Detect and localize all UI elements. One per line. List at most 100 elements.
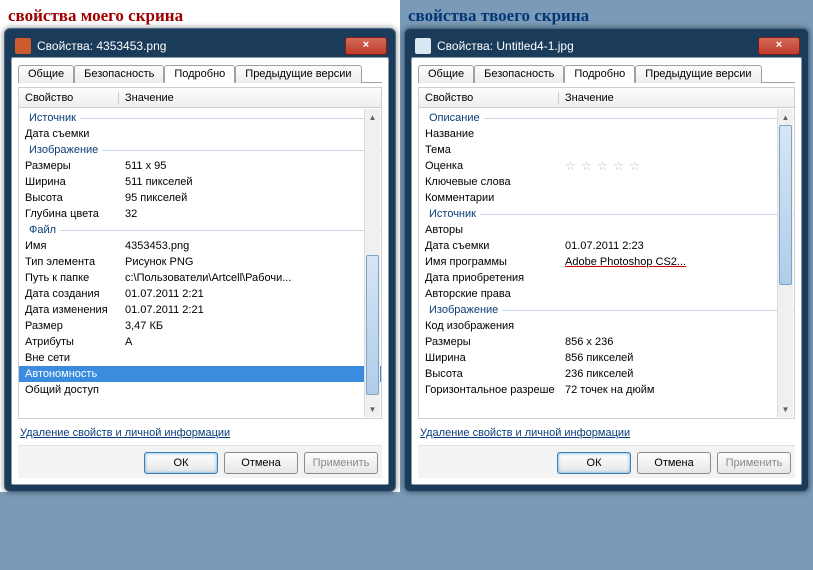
group-Файл: Файл	[19, 222, 381, 238]
prop-value: 856 x 236	[559, 336, 794, 348]
prop-value: 511 x 95	[119, 160, 381, 172]
prop-row[interactable]: Имя программыAdobe Photoshop CS2...	[419, 254, 794, 270]
prop-name: Дата создания	[19, 288, 119, 300]
close-button[interactable]: ×	[345, 37, 387, 55]
prop-row[interactable]: Комментарии	[419, 190, 794, 206]
prop-row[interactable]: Тип элементаРисунок PNG	[19, 254, 381, 270]
group-Источник: Источник	[19, 110, 381, 126]
scroll-thumb[interactable]	[366, 255, 379, 395]
prop-row[interactable]: Ширина511 пикселей	[19, 174, 381, 190]
prop-row[interactable]: Оценка☆ ☆ ☆ ☆ ☆	[419, 158, 794, 174]
prop-row[interactable]: АтрибутыA	[19, 334, 381, 350]
prop-row[interactable]: Вне сети	[19, 350, 381, 366]
properties-window-left: Свойства: 4353453.png × ОбщиеБезопасност…	[4, 28, 396, 492]
prop-value: 01.07.2011 2:21	[119, 288, 381, 300]
tab-Подробно[interactable]: Подробно	[564, 65, 635, 83]
rating-stars[interactable]: ☆ ☆ ☆ ☆ ☆	[565, 159, 641, 173]
scroll-up[interactable]: ▲	[778, 109, 793, 125]
prop-row[interactable]: Горизонтальное разреше72 точек на дюйм	[419, 382, 794, 398]
caption-left: свойства моего скрина	[8, 6, 396, 26]
cancel-button[interactable]: Отмена	[637, 452, 711, 474]
prop-row[interactable]: Высота95 пикселей	[19, 190, 381, 206]
tab-Общие[interactable]: Общие	[18, 65, 74, 83]
ok-button[interactable]: ОК	[557, 452, 631, 474]
prop-row[interactable]: Размеры511 x 95	[19, 158, 381, 174]
prop-value: 95 пикселей	[119, 192, 381, 204]
prop-name: Ширина	[19, 176, 119, 188]
prop-row[interactable]: Общий доступ	[19, 382, 381, 398]
prop-value: 72 точек на дюйм	[559, 384, 794, 396]
prop-row[interactable]: Дата изменения01.07.2011 2:21	[19, 302, 381, 318]
prop-row[interactable]: Глубина цвета32	[19, 206, 381, 222]
titlebar[interactable]: Свойства: 4353453.png ×	[11, 35, 389, 57]
prop-name: Размеры	[419, 336, 559, 348]
prop-row[interactable]: Дата съемки	[19, 126, 381, 142]
prop-name: Авторы	[419, 224, 559, 236]
prop-value: 856 пикселей	[559, 352, 794, 364]
tab-Предыдущие версии[interactable]: Предыдущие версии	[235, 65, 361, 83]
prop-name: Ключевые слова	[419, 176, 559, 188]
prop-row[interactable]: Название	[419, 126, 794, 142]
prop-name: Название	[419, 128, 559, 140]
column-headers: Свойство Значение	[419, 88, 794, 108]
scroll-down[interactable]: ▼	[778, 401, 793, 417]
prop-row[interactable]: Ключевые слова	[419, 174, 794, 190]
tab-Безопасность[interactable]: Безопасность	[74, 65, 164, 83]
prop-value: Adobe Photoshop CS2...	[559, 256, 794, 268]
prop-value: 4353453.png	[119, 240, 381, 252]
scroll-down[interactable]: ▼	[365, 401, 380, 417]
scroll-thumb[interactable]	[779, 125, 792, 285]
prop-value: 511 пикселей	[119, 176, 381, 188]
prop-name: Дата съемки	[419, 240, 559, 252]
apply-button[interactable]: Применить	[304, 452, 378, 474]
prop-value: ☆ ☆ ☆ ☆ ☆	[559, 159, 794, 173]
tab-Подробно[interactable]: Подробно	[164, 65, 235, 83]
scrollbar[interactable]: ▲ ▼	[777, 109, 793, 417]
prop-name: Путь к папке	[19, 272, 119, 284]
prop-name: Горизонтальное разреше	[419, 384, 559, 396]
caption-right: свойства твоего скрина	[408, 6, 809, 26]
prop-row[interactable]: Высота236 пикселей	[419, 366, 794, 382]
prop-row[interactable]: Авторские права	[419, 286, 794, 302]
remove-props-link[interactable]: Удаление свойств и личной информации	[420, 427, 630, 439]
prop-value: 3,47 КБ	[119, 320, 381, 332]
prop-name: Дата изменения	[19, 304, 119, 316]
prop-row[interactable]: Код изображения	[419, 318, 794, 334]
prop-row[interactable]: Дата создания01.07.2011 2:21	[19, 286, 381, 302]
prop-value: Рисунок PNG	[119, 256, 381, 268]
cancel-button[interactable]: Отмена	[224, 452, 298, 474]
prop-row[interactable]: Размеры856 x 236	[419, 334, 794, 350]
ok-button[interactable]: ОК	[144, 452, 218, 474]
close-button[interactable]: ×	[758, 37, 800, 55]
prop-value: c:\Пользователи\Artcell\Рабочи...	[119, 272, 381, 284]
prop-name: Высота	[419, 368, 559, 380]
prop-row[interactable]: Имя4353453.png	[19, 238, 381, 254]
prop-name: Автономность	[19, 368, 119, 380]
tab-Предыдущие версии[interactable]: Предыдущие версии	[635, 65, 761, 83]
titlebar[interactable]: Свойства: Untitled4-1.jpg ×	[411, 35, 802, 57]
group-Источник: Источник	[419, 206, 794, 222]
tab-Общие[interactable]: Общие	[418, 65, 474, 83]
prop-name: Размеры	[19, 160, 119, 172]
window-title: Свойства: Untitled4-1.jpg	[437, 39, 758, 53]
prop-row[interactable]: Путь к папкеc:\Пользователи\Artcell\Рабо…	[19, 270, 381, 286]
tab-Безопасность[interactable]: Безопасность	[474, 65, 564, 83]
prop-row[interactable]: Авторы	[419, 222, 794, 238]
header-property: Свойство	[19, 92, 119, 104]
prop-name: Дата съемки	[19, 128, 119, 140]
prop-name: Тема	[419, 144, 559, 156]
properties-window-right: Свойства: Untitled4-1.jpg × ОбщиеБезопас…	[404, 28, 809, 492]
remove-props-link[interactable]: Удаление свойств и личной информации	[20, 427, 230, 439]
scrollbar[interactable]: ▲ ▼	[364, 109, 380, 417]
prop-row[interactable]: Дата приобретения	[419, 270, 794, 286]
prop-row[interactable]: Размер3,47 КБ	[19, 318, 381, 334]
scroll-up[interactable]: ▲	[365, 109, 380, 125]
prop-name: Ширина	[419, 352, 559, 364]
prop-row[interactable]: Ширина856 пикселей	[419, 350, 794, 366]
apply-button[interactable]: Применить	[717, 452, 791, 474]
prop-name: Авторские права	[419, 288, 559, 300]
prop-row[interactable]: Дата съемки01.07.2011 2:23	[419, 238, 794, 254]
prop-name: Дата приобретения	[419, 272, 559, 284]
prop-row[interactable]: Автономность	[19, 366, 381, 382]
prop-row[interactable]: Тема	[419, 142, 794, 158]
